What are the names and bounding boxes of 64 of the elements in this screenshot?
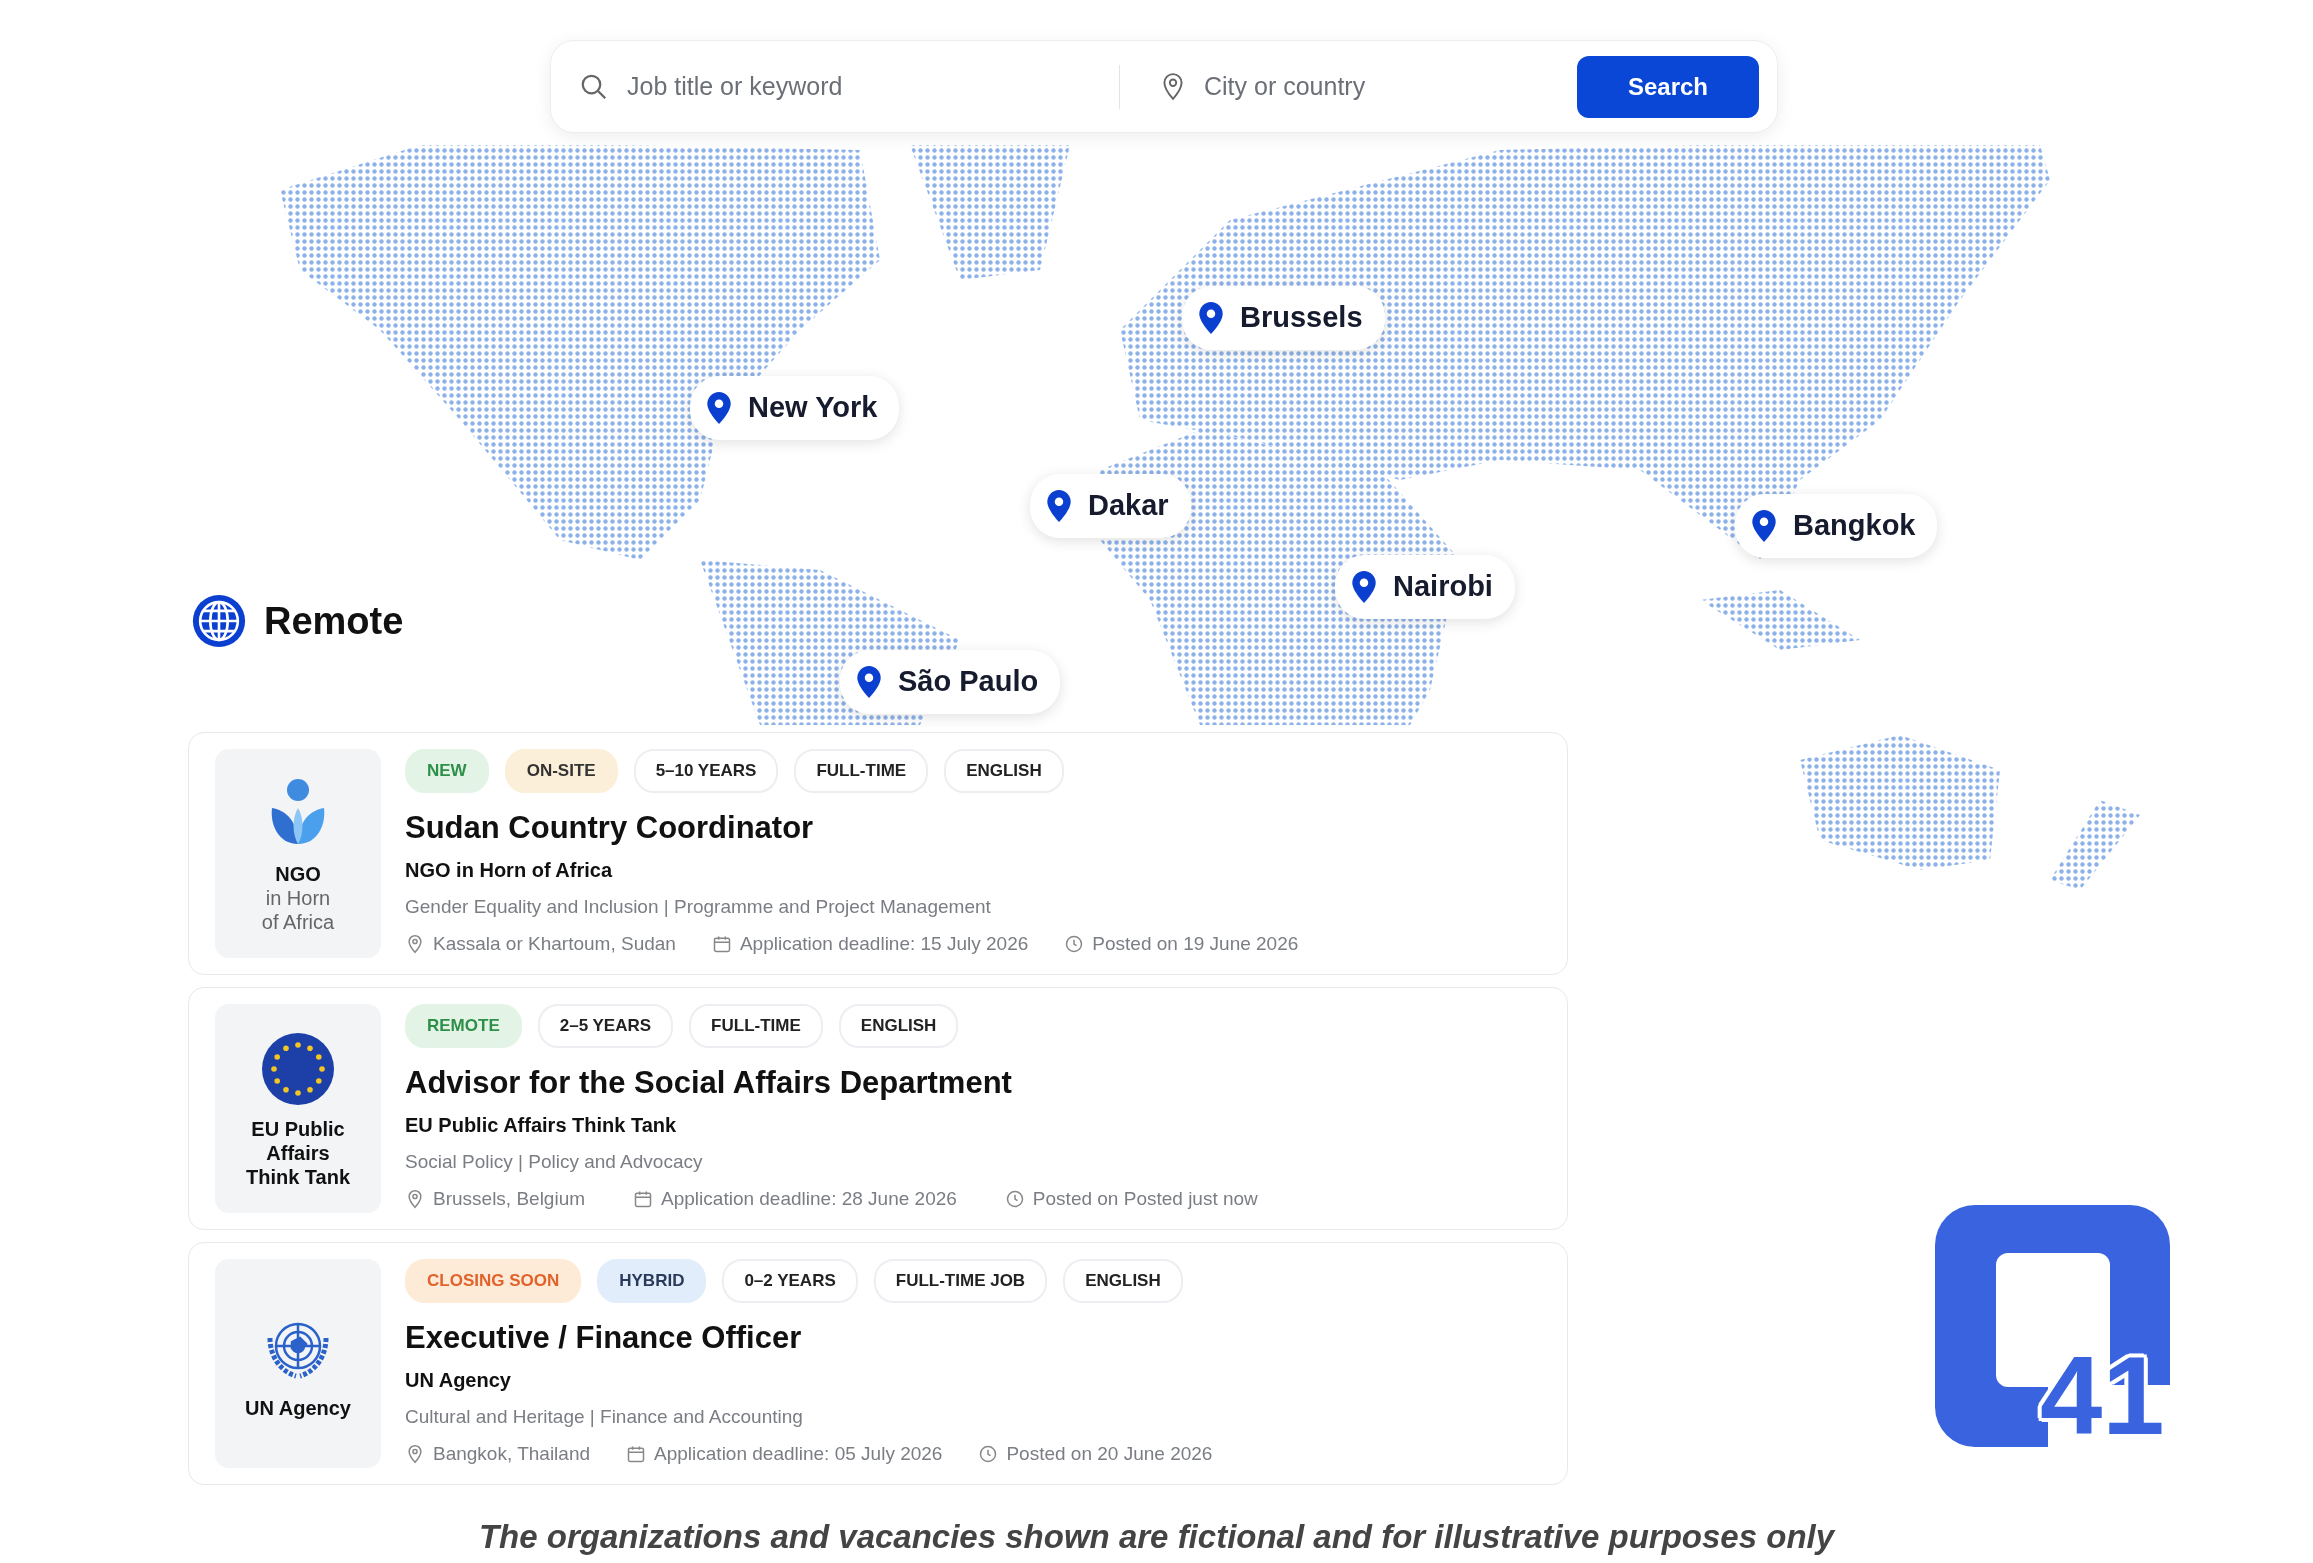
- city-pin[interactable]: Brussels: [1182, 286, 1385, 350]
- job-categories: Cultural and Heritage | Finance and Accounting: [405, 1405, 804, 1429]
- location-pin-icon: [405, 1442, 425, 1465]
- city-pin[interactable]: Nairobi: [1335, 555, 1515, 619]
- logo-text: of Africa: [261, 909, 335, 934]
- logo-text: NGO: [274, 861, 322, 886]
- application-deadline: Application deadline: 05 July 2026: [654, 1441, 943, 1466]
- organization-name: NGO in Horn of Africa: [405, 858, 614, 883]
- remote-label: Remote: [264, 598, 404, 644]
- search-button[interactable]: Search: [1577, 55, 1759, 118]
- globe-wreath-logo-icon: [267, 1322, 329, 1378]
- job-location: Kassala or Khartoum, Sudan: [433, 931, 676, 956]
- application-deadline: Application deadline: 28 June 2026: [661, 1186, 957, 1211]
- job-categories: Gender Equality and Inclusion | Programme and Project Management: [405, 895, 992, 919]
- city-pin[interactable]: New York: [690, 376, 900, 440]
- star-circle-logo-icon: [262, 1032, 334, 1105]
- job-card[interactable]: [188, 987, 1568, 1230]
- job-tag: ENGLISH: [944, 749, 1064, 793]
- logo-text: Affairs: [265, 1140, 331, 1165]
- logo-text: Think Tank: [245, 1164, 351, 1189]
- job-tag: 2–5 YEARS: [537, 1004, 674, 1048]
- logo-text: EU Public: [250, 1116, 346, 1141]
- job-tag: 0–2 YEARS: [722, 1259, 858, 1303]
- posted-date: Posted on 19 June 2026: [1092, 931, 1299, 956]
- organization-name: EU Public Affairs Think Tank: [405, 1113, 678, 1138]
- city-pin[interactable]: Dakar: [1030, 474, 1191, 538]
- map-pin-icon: [1198, 300, 1224, 335]
- job-title[interactable]: Sudan Country Coordinator: [405, 804, 1541, 851]
- logo-text: in Horn: [264, 885, 332, 910]
- posted-date: Posted on 20 June 2026: [1006, 1441, 1213, 1466]
- job-location: Brussels, Belgium: [433, 1186, 586, 1211]
- disclaimer-caption: The organizations and vacancies shown are fictional and for illustrative purposes only: [478, 1518, 1835, 1555]
- job-tag: HYBRID: [597, 1259, 707, 1303]
- job-tag: ON-SITE: [504, 749, 618, 793]
- job-title[interactable]: Advisor for the Social Affairs Department: [405, 1059, 1541, 1106]
- globe-icon: [190, 592, 248, 650]
- job-tag: FULL-TIME JOB: [873, 1259, 1048, 1303]
- leaf-logo-icon: [271, 778, 325, 844]
- city-pin[interactable]: Bangkok: [1735, 494, 1938, 558]
- job-tag: FULL-TIME: [689, 1004, 823, 1048]
- logo-text: UN Agency: [245, 1395, 351, 1420]
- job-tag: CLOSING SOON: [405, 1259, 582, 1303]
- job-tag: FULL-TIME: [794, 749, 929, 793]
- job-title[interactable]: Executive / Finance Officer: [405, 1314, 1541, 1361]
- map-pin-icon: [706, 390, 732, 425]
- job-location: Bangkok, Thailand: [433, 1441, 591, 1466]
- city-pin[interactable]: São Paulo: [840, 650, 1061, 714]
- job-categories: Social Policy | Policy and Advocacy: [405, 1150, 704, 1174]
- map-pin-icon: [1751, 508, 1777, 543]
- job-tag: REMOTE: [405, 1004, 522, 1048]
- job-tag: ENGLISH: [1063, 1259, 1183, 1303]
- posted-date: Posted on Posted just now: [1032, 1186, 1258, 1211]
- location-field[interactable]: City or country: [1202, 66, 1502, 107]
- map-pin-icon: [856, 664, 882, 699]
- keyword-field[interactable]: Job title or keyword: [625, 66, 1125, 107]
- organization-name: UN Agency: [405, 1368, 512, 1393]
- location-pin-icon: [405, 1187, 425, 1210]
- map-pin-icon: [1046, 488, 1072, 523]
- job-tag: 5–10 YEARS: [633, 749, 779, 793]
- job-tag: NEW: [405, 749, 489, 793]
- location-pin-icon: [405, 932, 425, 955]
- application-deadline: Application deadline: 15 July 2026: [739, 931, 1029, 956]
- job-tag: ENGLISH: [838, 1004, 959, 1048]
- map-pin-icon: [1351, 569, 1377, 604]
